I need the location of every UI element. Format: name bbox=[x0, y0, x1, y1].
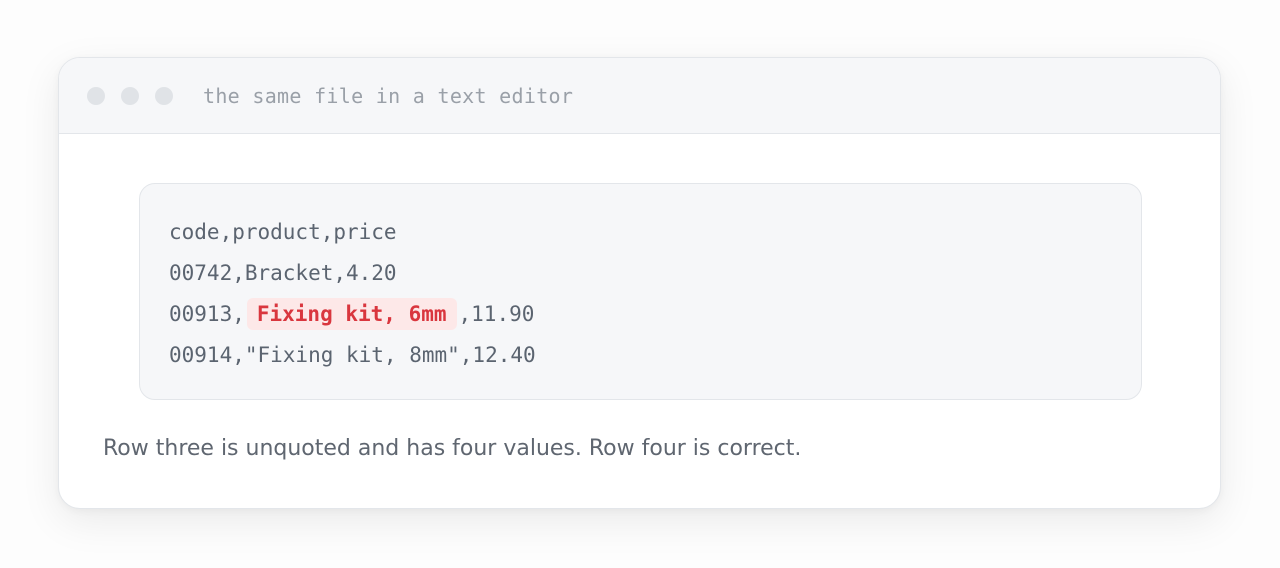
caption-text: Row three is unquoted and has four value… bbox=[103, 436, 802, 461]
error-highlight: Fixing kit, 6mm bbox=[246, 298, 457, 330]
code-line-3: 00913, Fixing kit, 6mm ,11.90 bbox=[169, 294, 1141, 335]
title-bar: the same file in a text editor bbox=[59, 58, 1220, 134]
code-line-2: 00742,Bracket,4.20 bbox=[169, 261, 397, 285]
window-maximize-dot[interactable] bbox=[155, 86, 173, 105]
code-line-3-suffix: ,11.90 bbox=[458, 302, 535, 326]
window-minimize-dot[interactable] bbox=[121, 86, 139, 105]
window-close-dot[interactable] bbox=[87, 86, 105, 105]
code-line-3-prefix: 00913, bbox=[169, 302, 245, 326]
editor-window: the same file in a text editor code,prod… bbox=[58, 57, 1221, 509]
window-title: the same file in a text editor bbox=[203, 83, 574, 108]
code-line-1: code,product,price bbox=[169, 220, 397, 244]
code-line-4: 00914,"Fixing kit, 8mm",12.40 bbox=[169, 343, 536, 367]
code-block: code,product,price 00742,Bracket,4.20 00… bbox=[139, 183, 1142, 400]
